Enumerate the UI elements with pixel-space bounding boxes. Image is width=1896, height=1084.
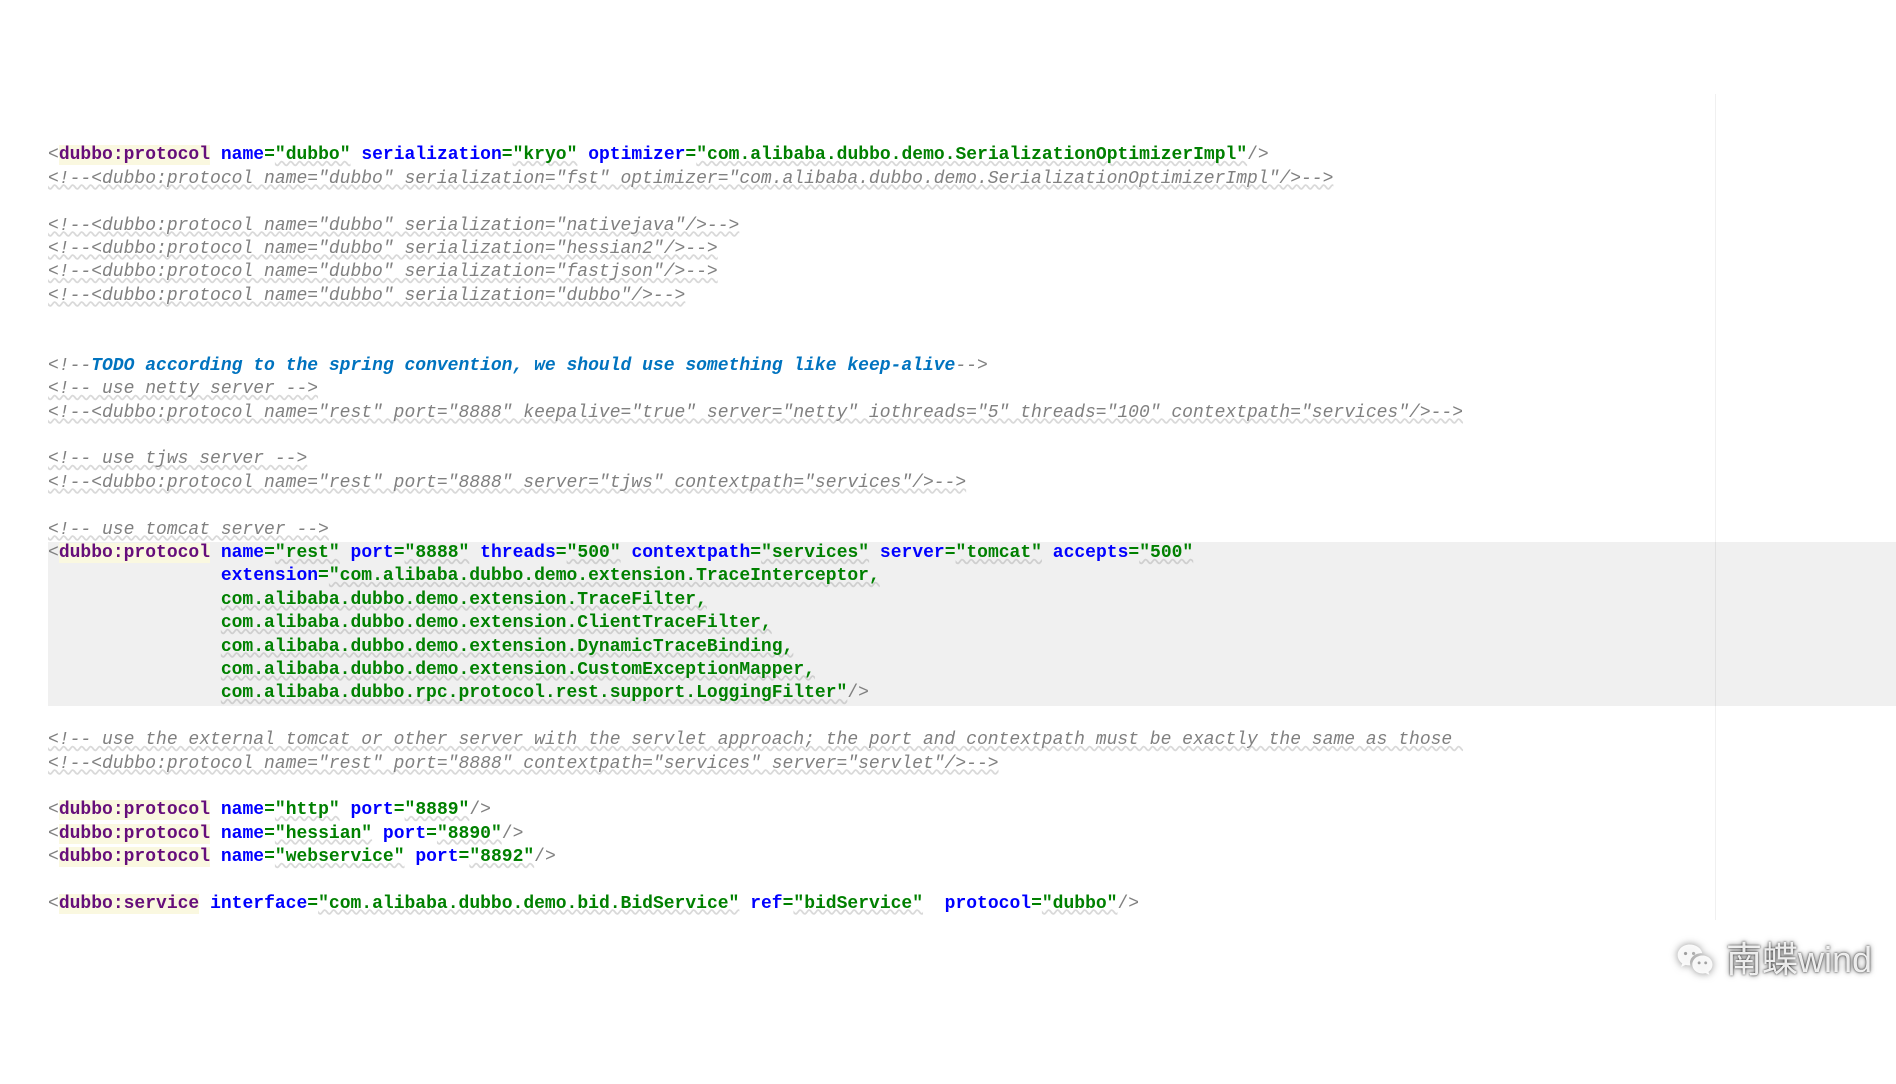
code-line[interactable]	[48, 425, 1896, 448]
code-line[interactable]: <!-- use tjws server -->	[48, 448, 1896, 471]
wechat-icon	[1674, 939, 1718, 983]
code-line[interactable]: <dubbo:protocol name="webservice" port="…	[48, 846, 1896, 869]
code-line[interactable]: com.alibaba.dubbo.rpc.protocol.rest.supp…	[48, 682, 1896, 705]
code-line[interactable]: com.alibaba.dubbo.demo.extension.ClientT…	[48, 612, 1896, 635]
code-line[interactable]: <dubbo:protocol name="dubbo" serializati…	[48, 144, 1896, 167]
code-line[interactable]: <dubbo:protocol name="rest" port="8888" …	[48, 542, 1896, 565]
code-line[interactable]: extension="com.alibaba.dubbo.demo.extens…	[48, 565, 1896, 588]
code-line[interactable]: <!--<dubbo:protocol name="dubbo" seriali…	[48, 215, 1896, 238]
code-line[interactable]: com.alibaba.dubbo.demo.extension.CustomE…	[48, 659, 1896, 682]
code-line[interactable]	[48, 776, 1896, 799]
code-line[interactable]: <!--<dubbo:protocol name="rest" port="88…	[48, 402, 1896, 425]
code-line[interactable]: <!--<dubbo:protocol name="dubbo" seriali…	[48, 285, 1896, 308]
code-line[interactable]: com.alibaba.dubbo.demo.extension.TraceFi…	[48, 589, 1896, 612]
watermark: 南蝶wind	[1674, 937, 1872, 984]
code-line[interactable]: <!--TODO according to the spring convent…	[48, 355, 1896, 378]
code-line[interactable]	[48, 191, 1896, 214]
code-line[interactable]	[48, 495, 1896, 518]
code-line[interactable]	[48, 331, 1896, 354]
code-line[interactable]: <!-- use netty server -->	[48, 378, 1896, 401]
code-line[interactable]: <!--<dubbo:protocol name="dubbo" seriali…	[48, 238, 1896, 261]
code-line[interactable]: <!--<dubbo:protocol name="dubbo" seriali…	[48, 261, 1896, 284]
code-line[interactable]: <!-- use the external tomcat or other se…	[48, 729, 1896, 752]
code-line[interactable]	[48, 308, 1896, 331]
code-line[interactable]: com.alibaba.dubbo.demo.extension.Dynamic…	[48, 636, 1896, 659]
code-line[interactable]	[48, 869, 1896, 892]
code-line[interactable]: <!-- use tomcat server -->	[48, 519, 1896, 542]
right-margin-guide	[1715, 94, 1716, 921]
code-line[interactable]: <dubbo:protocol name="http" port="8889"/…	[48, 799, 1896, 822]
code-line[interactable]: <dubbo:protocol name="hessian" port="889…	[48, 823, 1896, 846]
code-line[interactable]: <!--<dubbo:protocol name="rest" port="88…	[48, 472, 1896, 495]
watermark-text: 南蝶wind	[1726, 937, 1872, 984]
code-line[interactable]	[48, 706, 1896, 729]
code-line[interactable]: <dubbo:service interface="com.alibaba.du…	[48, 893, 1896, 916]
code-line[interactable]: <!--<dubbo:protocol name="rest" port="88…	[48, 753, 1896, 776]
code-line[interactable]: <!--<dubbo:protocol name="dubbo" seriali…	[48, 168, 1896, 191]
code-editor[interactable]: <dubbo:protocol name="dubbo" serializati…	[0, 94, 1896, 921]
